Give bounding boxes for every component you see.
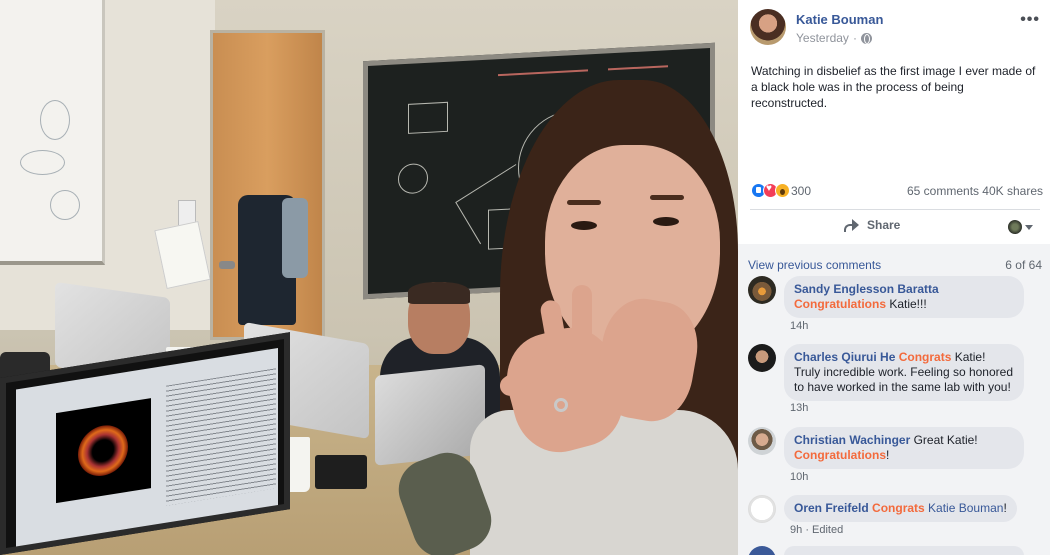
comments-count[interactable]: 65 comments	[907, 184, 979, 198]
comment-text: !	[886, 448, 890, 462]
share-icon	[843, 218, 861, 232]
comment-tag-word: Congrats	[872, 501, 925, 515]
hanging-coat	[282, 198, 308, 278]
comment-time-value: 9h	[790, 524, 803, 536]
comment-text-pre: Great Katie!	[910, 433, 978, 447]
terminal-output	[166, 368, 276, 506]
man-hair	[408, 282, 470, 304]
reactions-bar: 300 65 comments 40K shares	[751, 183, 1043, 199]
eye	[653, 217, 679, 226]
comment-time[interactable]: 10h	[790, 471, 808, 483]
comment-bubble: Charles Qiurui He Congrats Katie! Truly …	[784, 344, 1024, 401]
laptop	[375, 364, 485, 466]
comment-edited: · Edited	[805, 524, 844, 536]
commenter-name[interactable]: Sandy Englesson Baratta	[794, 282, 939, 296]
black-hole-ring	[78, 421, 128, 480]
commenter-name[interactable]: Christian Wachinger	[794, 433, 910, 447]
door-handle	[219, 261, 235, 269]
globe-icon[interactable]	[860, 32, 872, 44]
whiteboard-scribble	[20, 150, 65, 175]
post-header: Katie Bouman Yesterday · •••	[750, 9, 1040, 49]
commenter-avatar[interactable]	[748, 427, 776, 455]
audience-avatar	[1008, 220, 1022, 234]
post-text: Watching in disbelief as the first image…	[751, 64, 1036, 110]
screen-content	[16, 347, 278, 547]
eyebrow	[567, 200, 601, 205]
comment-bubble	[784, 546, 1024, 555]
comments-section: View previous comments 6 of 64 Sandy Eng…	[738, 244, 1050, 555]
reaction-icons[interactable]	[751, 183, 790, 198]
comment-mention[interactable]: Katie Bouman	[928, 501, 1003, 515]
eye	[571, 221, 597, 230]
comment-tag-word: Congratulations	[794, 297, 886, 311]
whiteboard	[0, 0, 105, 265]
post-sidebar: Katie Bouman Yesterday · ••• Watching in…	[738, 0, 1050, 555]
commenter-name[interactable]: Charles Qiurui He	[794, 350, 895, 364]
post-meta: Yesterday ·	[796, 31, 872, 45]
comment-bubble: Oren Freifeld Congrats Katie Bouman!	[784, 495, 1017, 522]
share-button[interactable]: Share	[843, 218, 900, 232]
comment-tag-word: Congratulations	[794, 448, 886, 462]
commenter-avatar[interactable]	[748, 344, 776, 372]
chalk-circle	[398, 162, 428, 195]
ring	[554, 398, 568, 412]
reaction-count[interactable]: 300	[791, 184, 811, 198]
comment-time[interactable]: 9h · Edited	[790, 524, 843, 536]
author-name[interactable]: Katie Bouman	[796, 12, 883, 27]
black-hole-image	[56, 398, 151, 504]
shares-count[interactable]: 40K shares	[982, 184, 1043, 198]
comment-bubble: Sandy Englesson Baratta Congratulations …	[784, 276, 1024, 318]
comment-text: !	[1003, 501, 1007, 515]
comment-pager: 6 of 64	[1005, 258, 1042, 272]
comment-time[interactable]: 14h	[790, 320, 808, 332]
comment-tag-word: Congrats	[898, 350, 952, 364]
author-avatar[interactable]	[750, 9, 786, 45]
eyebrow	[650, 195, 684, 200]
phone	[315, 455, 367, 489]
post-photo[interactable]	[0, 0, 738, 555]
chevron-down-icon	[1025, 224, 1033, 230]
divider	[750, 209, 1040, 210]
commenter-avatar[interactable]	[748, 276, 776, 304]
commenter-name[interactable]: Oren Freifeld	[794, 501, 869, 515]
comment-time[interactable]: 13h	[790, 402, 808, 414]
view-previous-comments-link[interactable]: View previous comments	[748, 258, 881, 272]
more-icon[interactable]: •••	[1020, 11, 1040, 29]
share-label: Share	[867, 218, 901, 232]
comment-bubble: Christian Wachinger Great Katie! Congrat…	[784, 427, 1024, 469]
meta-separator: ·	[852, 31, 857, 45]
audience-selector[interactable]	[1008, 220, 1033, 234]
finger	[572, 285, 592, 355]
chalk-box	[408, 101, 448, 134]
post-time[interactable]: Yesterday	[796, 31, 849, 45]
chalk-red-line	[498, 69, 588, 77]
commenter-avatar[interactable]	[748, 495, 776, 523]
whiteboard-scribble	[50, 190, 80, 220]
chalk-red-line	[608, 65, 668, 71]
whiteboard-scribble	[40, 100, 70, 140]
wow-reaction-icon	[775, 183, 790, 198]
comment-text: Katie!!!	[886, 297, 927, 311]
commenter-avatar[interactable]	[748, 546, 776, 555]
